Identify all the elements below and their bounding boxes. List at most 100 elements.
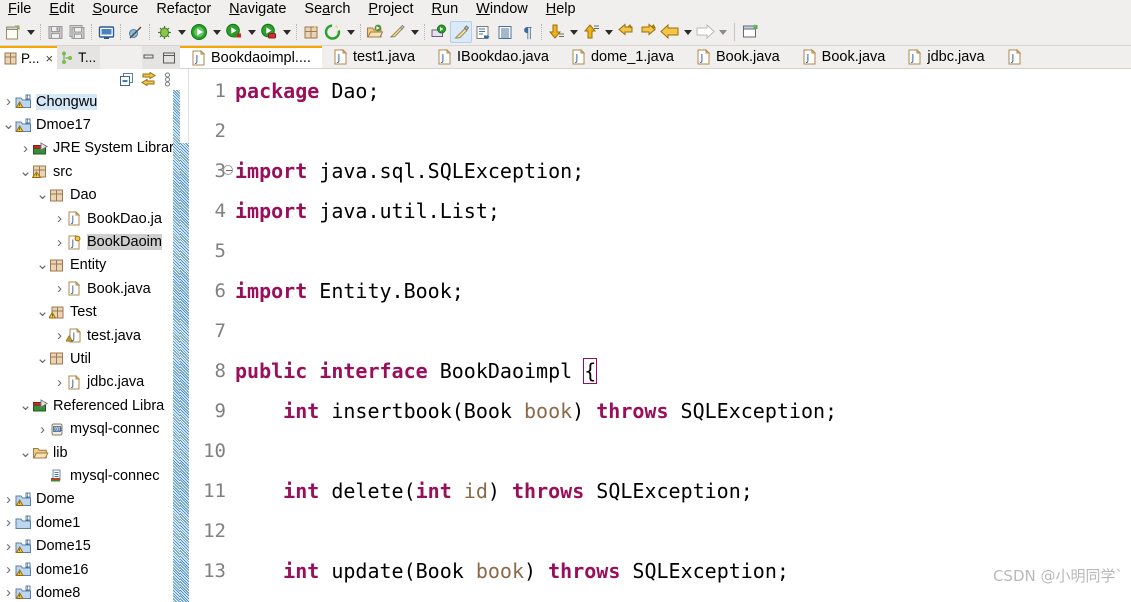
forward-nav-icon[interactable] (694, 21, 716, 43)
tree-item-entity[interactable]: ⌄ Entity (0, 254, 180, 277)
open-console-icon[interactable] (494, 21, 516, 43)
save-icon[interactable] (44, 21, 66, 43)
code-line[interactable] (235, 591, 1131, 602)
new-java-package-icon[interactable] (300, 21, 322, 43)
back-to-file-icon[interactable] (615, 21, 637, 43)
next-annotation-dropdown-caret[interactable] (567, 21, 580, 43)
code-viewport[interactable]: 1234567891011121314151617 package Dao; i… (180, 69, 1131, 602)
tree-item-dome[interactable]: › J! Dome (0, 488, 180, 511)
forward-nav-dropdown-caret[interactable] (716, 21, 729, 43)
code-line[interactable]: package Dao; (235, 71, 1131, 111)
coverage-icon[interactable] (258, 21, 280, 43)
chevron-right-icon[interactable]: › (2, 538, 15, 555)
new-class-dropdown-caret[interactable] (344, 21, 357, 43)
chevron-down-icon[interactable]: ⌄ (19, 398, 32, 413)
code-line[interactable]: import java.util.List; (235, 191, 1131, 231)
debug-icon[interactable] (153, 21, 175, 43)
chevron-right-icon[interactable]: › (2, 93, 15, 110)
code-line[interactable]: public interface BookDaoimpl { (235, 351, 1131, 391)
editor-tab-book-java[interactable]: J Book.java (685, 46, 791, 68)
chevron-down-icon[interactable]: ⌄ (19, 164, 32, 179)
code-line[interactable]: int insertbook(Book book) throws SQLExce… (235, 391, 1131, 431)
chevron-down-icon[interactable]: ⌄ (2, 117, 15, 132)
search-icon[interactable] (386, 21, 408, 43)
menu-item-file[interactable]: File (0, 0, 41, 19)
code-line[interactable]: int delete(int id) throws SQLException; (235, 471, 1131, 511)
chevron-down-icon[interactable]: ⌄ (36, 304, 49, 319)
chevron-right-icon[interactable]: › (2, 491, 15, 508)
menu-item-help[interactable]: Help (538, 0, 586, 19)
menu-item-refactor[interactable]: Refactor (148, 0, 221, 19)
menu-item-run[interactable]: Run (424, 0, 469, 19)
tree-item-chongwu[interactable]: › J! Chongwu (0, 90, 180, 113)
chevron-right-icon[interactable]: › (2, 561, 15, 578)
editor-tab-book-java[interactable]: J Book.java (791, 46, 897, 68)
code-line[interactable]: import Entity.Book; (235, 271, 1131, 311)
minimize-icon[interactable] (142, 52, 156, 64)
tree-item-dao[interactable]: ⌄ Dao (0, 184, 180, 207)
external-tools-dropdown-caret[interactable] (245, 21, 258, 43)
chevron-right-icon[interactable]: › (53, 210, 66, 227)
link-with-editor-icon[interactable] (141, 72, 156, 87)
back-nav-dropdown-caret[interactable] (681, 21, 694, 43)
menu-item-search[interactable]: Search (296, 0, 360, 19)
tree-item-dome16[interactable]: › J! dome16 (0, 558, 180, 581)
editor-tab-dome-1-java[interactable]: Jdome_1.java (560, 46, 685, 68)
editor-tab-ibookdao-java[interactable]: J IBookdao.java (426, 46, 560, 68)
chevron-right-icon[interactable]: › (53, 280, 66, 297)
close-icon[interactable]: × (46, 51, 54, 66)
code-line[interactable] (235, 111, 1131, 151)
forward-to-file-icon[interactable] (637, 21, 659, 43)
chevron-right-icon[interactable]: › (2, 584, 15, 601)
menu-item-source[interactable]: Source (84, 0, 148, 19)
editor-tab-test1-java[interactable]: Jtest1.java (322, 46, 426, 68)
run-dropdown-caret[interactable] (210, 21, 223, 43)
toggle-markoccurrences-icon[interactable] (450, 21, 472, 43)
code-line[interactable]: import java.sql.SQLException; (235, 151, 1131, 191)
chevron-right-icon[interactable]: › (53, 234, 66, 251)
code-line[interactable] (235, 511, 1131, 551)
tree-item-referenced-libra[interactable]: ⌄ Referenced Libra (0, 394, 180, 417)
tree-item-dome1[interactable]: › Jdome1 (0, 511, 180, 534)
tree-item-dmoe17[interactable]: ⌄ J! Dmoe17 (0, 113, 180, 136)
new-window-icon[interactable] (740, 21, 762, 43)
maximize-icon[interactable] (162, 52, 176, 64)
tree-item-src[interactable]: ⌄! src (0, 160, 180, 183)
previous-annotation-icon[interactable] (580, 21, 602, 43)
code-line[interactable] (235, 311, 1131, 351)
chevron-right-icon[interactable]: › (36, 421, 49, 438)
skip-breakpoints-icon[interactable] (124, 21, 146, 43)
fold-collapse-icon[interactable] (223, 165, 233, 175)
code-line[interactable] (235, 431, 1131, 471)
editor-tab-jdbc-java[interactable]: Jjdbc.java (896, 46, 995, 68)
source-code-text[interactable]: package Dao; import java.sql.SQLExceptio… (233, 69, 1131, 602)
project-tree[interactable]: › J! Chongwu ⌄ J! Dmoe17 › JRE System Librar ⌄! s… (0, 90, 180, 602)
new-java-class-icon[interactable] (322, 21, 344, 43)
view-tab-package-explorer[interactable]: P... × (0, 46, 58, 69)
tree-item-mysql-connec[interactable]: mysql-connec (0, 464, 180, 487)
chevron-right-icon[interactable]: › (53, 374, 66, 391)
tree-item-mysql-connec[interactable]: › 010 mysql-connec (0, 417, 180, 440)
tree-item-util[interactable]: ⌄ Util (0, 347, 180, 370)
chevron-right-icon[interactable]: › (53, 327, 66, 344)
chevron-down-icon[interactable]: ⌄ (36, 257, 49, 272)
annotation-ruler[interactable] (180, 143, 189, 602)
tree-item-dome8[interactable]: › J! dome8 (0, 581, 180, 602)
show-whitespace-icon[interactable] (472, 21, 494, 43)
menu-item-navigate[interactable]: Navigate (221, 0, 296, 19)
new-dropdown-caret[interactable] (24, 21, 37, 43)
menu-item-edit[interactable]: Edit (41, 0, 84, 19)
tree-item-test[interactable]: ⌄! Test (0, 301, 180, 324)
print-icon[interactable] (95, 21, 117, 43)
tree-item-dome15[interactable]: › J! Dome15 (0, 534, 180, 557)
menu-item-project[interactable]: Project (360, 0, 423, 19)
tree-item-jdbc-java[interactable]: › Jjdbc.java (0, 371, 180, 394)
view-tab-type-hierarchy[interactable]: T... (57, 46, 101, 69)
coverage-dropdown-caret[interactable] (280, 21, 293, 43)
run-icon[interactable] (188, 21, 210, 43)
menu-item-window[interactable]: Window (468, 0, 538, 19)
tree-item-lib[interactable]: ⌄ lib (0, 441, 180, 464)
chevron-down-icon[interactable]: ⌄ (36, 187, 49, 202)
search-dropdown-caret[interactable] (408, 21, 421, 43)
tree-item-test-java[interactable]: › J! test.java (0, 324, 180, 347)
